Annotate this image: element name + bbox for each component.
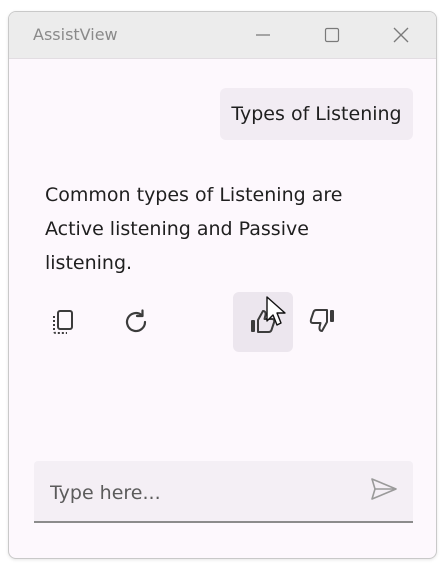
user-message-bubble: Types of Listening [220,88,413,140]
dislike-button[interactable] [292,290,352,350]
user-message-text: Types of Listening [231,103,402,125]
assistant-response-text: Common types of Listening are Active lis… [45,184,343,274]
thumbs-up-icon [248,307,278,337]
title-bar[interactable]: AssistView [9,12,436,59]
like-button[interactable] [233,292,293,352]
send-icon [370,477,398,505]
close-button[interactable] [378,12,424,58]
thumbs-down-icon [307,305,337,335]
refresh-icon [121,307,151,337]
message-composer[interactable] [34,461,413,523]
minimize-button[interactable] [240,12,286,58]
maximize-icon [324,27,340,43]
minimize-icon [255,27,271,43]
send-button[interactable] [363,470,405,512]
assistview-window: AssistView Types of Listening Common typ… [8,11,437,559]
close-icon [393,27,409,43]
regenerate-button[interactable] [106,292,166,352]
copy-button[interactable] [33,292,93,352]
window-title: AssistView [33,25,118,44]
message-input[interactable] [48,473,352,513]
copy-icon [49,308,77,336]
maximize-button[interactable] [309,12,355,58]
